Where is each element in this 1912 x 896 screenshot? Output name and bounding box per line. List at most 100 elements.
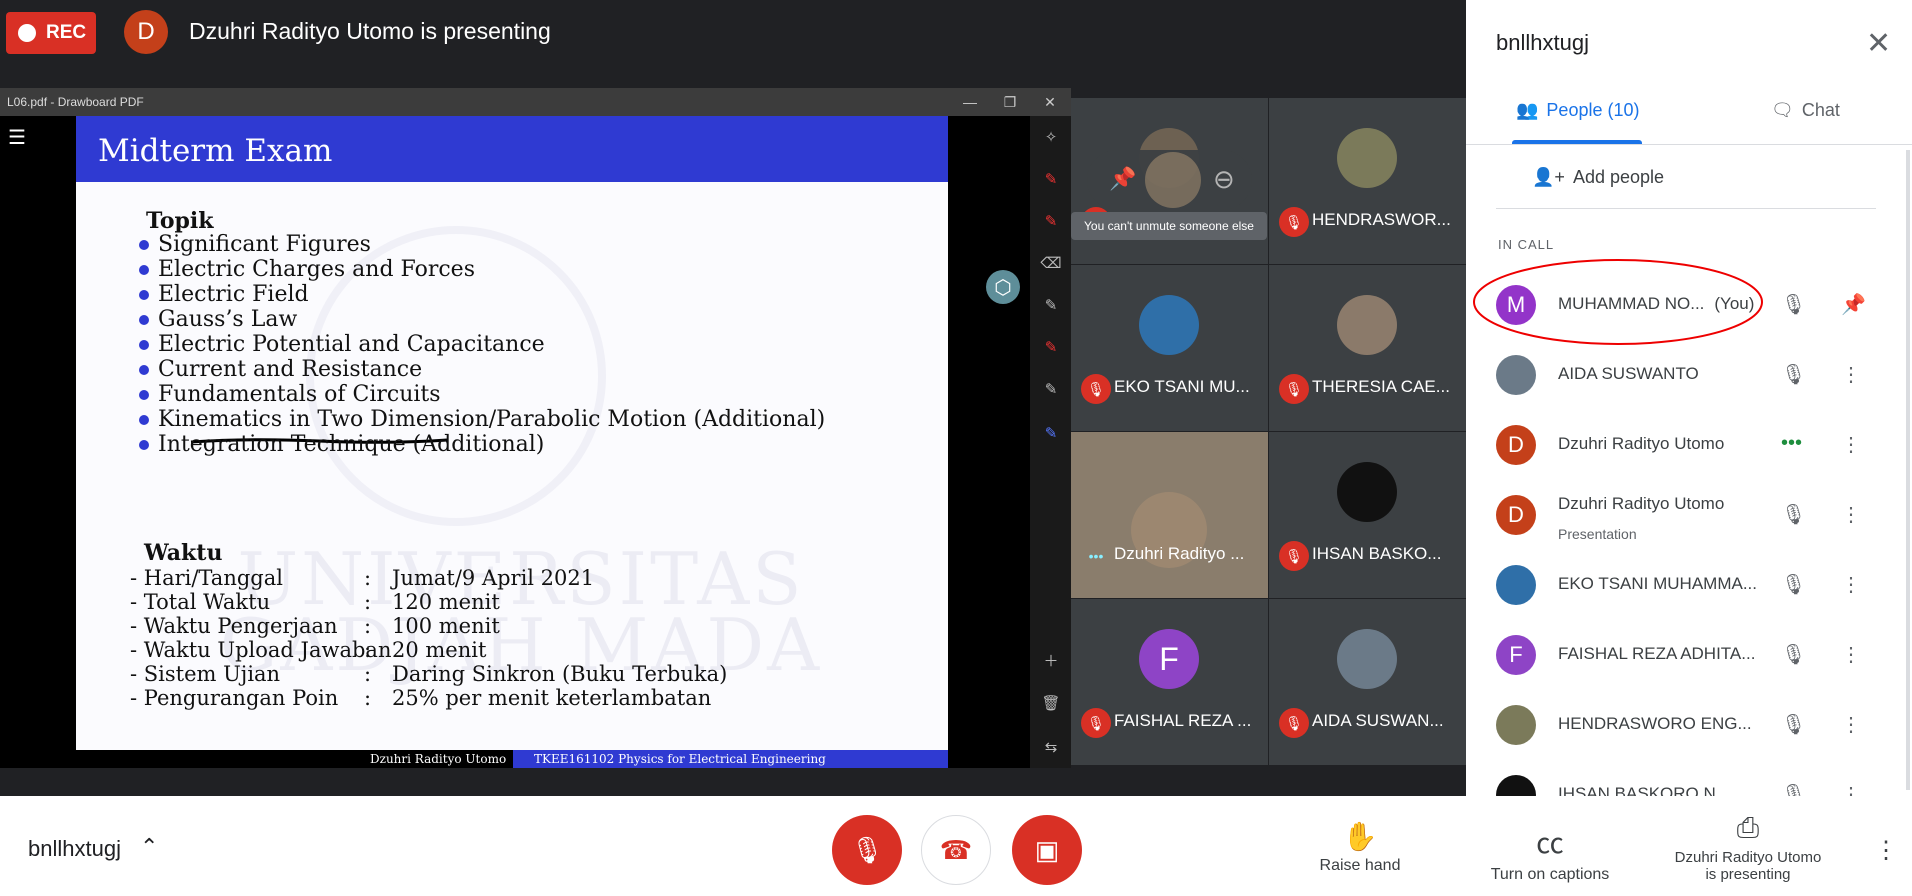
- waktu-label: - Total Waktu: [130, 590, 271, 614]
- tab-people[interactable]: 👥 People (10): [1516, 100, 1639, 121]
- add-people-label: Add people: [1572, 167, 1665, 187]
- participant-tile[interactable]: 🎙 THERESIA CAE...: [1269, 265, 1466, 431]
- tooltip: You can't unmute someone else: [1071, 212, 1267, 240]
- waktu-value: 25% per menit keterlambatan: [392, 686, 712, 710]
- mic-off-icon: 🎙: [850, 834, 884, 865]
- participant-row[interactable]: D Dzuhri Radityo Utomo Presentation 🎙 ⋮: [1466, 480, 1912, 550]
- camera-off-icon: ▣: [1034, 834, 1060, 865]
- participant-avatar: [1496, 355, 1536, 395]
- menu-icon[interactable]: ☰: [8, 128, 28, 148]
- pen-red-icon[interactable]: ✎: [1040, 170, 1062, 192]
- marker-icon[interactable]: ✎: [1040, 338, 1062, 360]
- lasso-icon[interactable]: ✧: [1040, 128, 1062, 150]
- slide-footer-author: Dzuhri Radityo Utomo: [370, 752, 507, 766]
- waktu-value: 100 menit: [392, 614, 500, 638]
- participant-name: Dzuhri Radityo Utomo: [1558, 434, 1724, 454]
- participant-avatar: F: [1496, 635, 1536, 675]
- panel-scrollbar[interactable]: [1906, 150, 1910, 790]
- add-icon[interactable]: ＋: [1040, 650, 1062, 672]
- presenting-status: Dzuhri Radityo Utomo is presenting: [189, 18, 551, 44]
- restore-button[interactable]: ❐: [990, 88, 1030, 116]
- presenting-button[interactable]: ⎙ Dzuhri Radityo Utomo is presenting: [1662, 812, 1834, 883]
- participant-tile[interactable]: 🎙 IHSAN BASKO...: [1269, 432, 1466, 598]
- leave-call-button[interactable]: ☎: [921, 815, 991, 885]
- pin-icon[interactable]: 📌: [1109, 166, 1136, 192]
- chevron-up-icon[interactable]: ⌃: [140, 834, 158, 860]
- pdf-slide: Midterm Exam UNIVERSITAS GADJAH MADA Topi…: [76, 116, 948, 750]
- participant-avatar: [1337, 629, 1397, 689]
- bullet: [139, 440, 149, 450]
- add-people-button[interactable]: 👤+ Add people: [1532, 167, 1664, 188]
- participant-subtitle: Presentation: [1558, 526, 1637, 542]
- recording-badge: REC: [6, 12, 96, 54]
- raise-hand-button[interactable]: ✋ Raise hand: [1310, 820, 1410, 875]
- mic-off-button[interactable]: 🎙: [832, 815, 902, 885]
- participant-avatar: [1496, 705, 1536, 745]
- more-options-icon[interactable]: ⋮: [1841, 572, 1861, 597]
- raise-hand-label: Raise hand: [1319, 857, 1401, 874]
- bullet: [139, 365, 149, 375]
- bullet: [139, 315, 149, 325]
- swap-icon[interactable]: ⇆: [1040, 738, 1062, 760]
- waktu-heading: Waktu: [144, 540, 223, 566]
- participant-tile[interactable]: F 🎙 FAISHAL REZA ...: [1071, 599, 1268, 765]
- more-options-icon[interactable]: ⋮: [1841, 432, 1861, 457]
- slide-title: Midterm Exam: [76, 116, 948, 182]
- camera-off-button[interactable]: ▣: [1012, 815, 1082, 885]
- waktu-label: - Sistem Ujian: [130, 662, 281, 686]
- participant-avatar: [1337, 128, 1397, 188]
- participant-name: AIDA SUSWANTO: [1558, 364, 1699, 384]
- more-options-icon[interactable]: ⋮: [1841, 712, 1861, 737]
- chat-icon: 🗨: [1771, 100, 1794, 120]
- participant-row[interactable]: F FAISHAL REZA ADHITA... 🎙 ⋮: [1466, 620, 1912, 690]
- window-close-button[interactable]: ✕: [1030, 88, 1070, 116]
- participant-row[interactable]: EKO TSANI MUHAMMA... 🎙 ⋮: [1466, 550, 1912, 620]
- more-options-icon[interactable]: ⋮: [1841, 502, 1861, 527]
- bullet: [139, 340, 149, 350]
- meeting-code[interactable]: bnllhxtugj: [28, 836, 121, 862]
- tab-chat[interactable]: 🗨 Chat: [1771, 100, 1840, 121]
- more-options-icon[interactable]: ⋮: [1874, 836, 1898, 865]
- trash-icon[interactable]: 🗑: [1040, 694, 1062, 716]
- highlighter-icon[interactable]: ✎: [1040, 380, 1062, 402]
- participant-tile[interactable]: 🎙 HENDRASWOR...: [1269, 98, 1466, 264]
- add-person-icon: 👤+: [1532, 167, 1565, 187]
- close-icon[interactable]: ✕: [1866, 26, 1891, 61]
- pen-blue-icon[interactable]: ✎: [1040, 424, 1062, 446]
- tile-avatar: [1145, 152, 1201, 208]
- waktu-sep: :: [364, 614, 372, 638]
- bullet: [139, 240, 149, 250]
- waktu-value: 20 menit: [392, 638, 487, 662]
- participant-tile[interactable]: ••• Dzuhri Radityo ...: [1071, 432, 1268, 598]
- muted-mic-icon: 🎙: [1279, 708, 1309, 738]
- remove-icon[interactable]: ⊖: [1213, 164, 1235, 195]
- rec-label: REC: [46, 22, 87, 43]
- participant-name-text: HENDRASWORO ENG...: [1558, 714, 1752, 733]
- participant-name: EKO TSANI MU...: [1114, 377, 1250, 396]
- tab-chat-label: Chat: [1801, 100, 1840, 120]
- participant-name: IHSAN BASKO...: [1312, 544, 1442, 563]
- bullet: [139, 415, 149, 425]
- pen-icon[interactable]: ✎: [1040, 212, 1062, 234]
- participant-tile[interactable]: 🎙 EKO TSANI MU...: [1071, 265, 1268, 431]
- waktu-label: - Pengurangan Poin: [130, 686, 339, 710]
- more-options-icon[interactable]: ⋮: [1841, 642, 1861, 667]
- participant-tile[interactable]: 🎙 AIDA SUSWAN...: [1269, 599, 1466, 765]
- eraser-icon[interactable]: ⌫: [1040, 254, 1062, 276]
- topic-item: Fundamentals of Circuits: [158, 382, 441, 407]
- minimize-button[interactable]: —: [950, 88, 990, 116]
- captions-button[interactable]: ㏄ Turn on captions: [1480, 822, 1620, 884]
- participant-row[interactable]: D Dzuhri Radityo Utomo ••• ⋮: [1466, 410, 1912, 480]
- tile-hover-controls: 📌 ⊖: [1087, 150, 1252, 210]
- more-options-icon[interactable]: ⋮: [1841, 362, 1861, 387]
- people-icon: 👥: [1516, 100, 1539, 120]
- participant-row[interactable]: AIDA SUSWANTO 🎙 ⋮: [1466, 340, 1912, 410]
- waktu-value: Jumat/9 April 2021: [392, 566, 595, 590]
- tab-people-label: People (10): [1546, 100, 1640, 120]
- settings-hex-icon[interactable]: ⬡: [986, 270, 1020, 304]
- present-icon: ⎙: [1736, 812, 1760, 843]
- pin-icon[interactable]: 📌: [1841, 292, 1866, 317]
- pencil-icon[interactable]: ✎: [1040, 296, 1062, 318]
- hand-icon: ✋: [1342, 821, 1378, 852]
- participant-row[interactable]: HENDRASWORO ENG... 🎙 ⋮: [1466, 690, 1912, 760]
